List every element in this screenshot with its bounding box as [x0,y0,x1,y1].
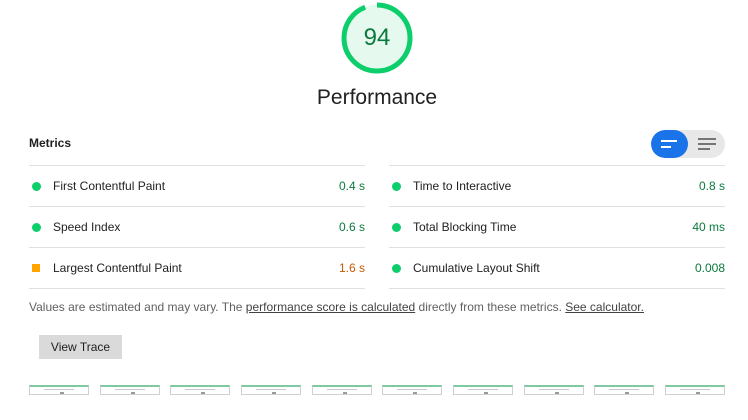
metrics-column-left: First Contentful Paint 0.4 s Speed Index… [29,165,365,289]
frame-content-dot [695,392,700,394]
frame-content-line [255,389,286,390]
filmstrip-frame [240,385,301,395]
note-prefix: Values are estimated and may vary. The [29,300,246,314]
score-value: 94 [363,24,391,51]
frame-content-line [679,389,710,390]
metric-value: 40 ms [692,220,725,234]
filmstrip-frame [382,385,443,395]
filmstrip [29,385,725,397]
expanded-view-icon [697,138,716,150]
metric-speed-index[interactable]: Speed Index 0.6 s [29,206,365,247]
filmstrip-frame [523,385,584,395]
pass-indicator-icon [392,182,401,191]
frame-content-line [44,389,74,390]
frame-content-dot [271,392,276,394]
performance-score-gauge[interactable]: 94 [340,1,414,75]
lighthouse-report: 94 Performance Metrics First Contentful … [0,0,748,420]
metrics-view-toggle[interactable] [651,130,725,158]
frame-content-line [397,389,428,390]
metric-value: 0.6 s [338,220,365,234]
metric-label: Time to Interactive [413,179,512,193]
frame-content-dot [60,392,64,394]
metric-label: Total Blocking Time [413,220,517,234]
metric-first-contentful-paint[interactable]: First Contentful Paint 0.4 s [29,165,365,206]
metric-label: Largest Contentful Paint [53,261,182,275]
filmstrip-frame [452,385,513,395]
pass-indicator-icon [392,264,401,273]
frame-content-line [185,389,216,390]
metric-largest-contentful-paint[interactable]: Largest Contentful Paint 1.6 s [29,247,365,289]
frame-content-line [326,389,357,390]
frame-content-line [609,389,640,390]
metric-cumulative-layout-shift[interactable]: Cumulative Layout Shift 0.008 [389,247,725,289]
metric-value: 0.4 s [338,179,365,193]
frame-content-dot [413,392,418,394]
metrics-disclaimer: Values are estimated and may vary. The p… [29,300,644,314]
note-middle: directly from these metrics. [415,300,566,314]
filmstrip-frame [170,385,231,395]
summary-view-icon [660,140,677,148]
average-indicator-icon [32,264,40,272]
frame-content-line [114,389,145,390]
frame-content-line [538,389,569,390]
view-trace-button[interactable]: View Trace [39,335,122,359]
category-title: Performance [316,86,438,109]
filmstrip-frame [29,385,89,395]
metric-value: 0.008 [694,261,725,275]
metric-time-to-interactive[interactable]: Time to Interactive 0.8 s [389,165,725,206]
metric-total-blocking-time[interactable]: Total Blocking Time 40 ms [389,206,725,247]
frame-content-dot [342,392,347,394]
performance-score-link[interactable]: performance score is calculated [246,300,415,314]
frame-content-dot [130,392,135,394]
frame-content-dot [201,392,206,394]
metric-value: 0.8 s [698,179,725,193]
frame-content-dot [554,392,559,394]
metric-value: 1.6 s [338,261,365,275]
filmstrip-frame [594,385,655,395]
frame-content-dot [625,392,630,394]
expanded-view-button[interactable] [688,130,725,158]
metrics-header: Metrics [29,136,72,150]
metric-label: Cumulative Layout Shift [413,261,540,275]
filmstrip-frame [664,385,725,395]
summary-view-button[interactable] [651,130,688,158]
filmstrip-frame [99,385,160,395]
metric-label: First Contentful Paint [53,179,166,193]
metrics-column-right: Time to Interactive 0.8 s Total Blocking… [389,165,725,289]
see-calculator-link[interactable]: See calculator. [565,300,644,314]
metric-label: Speed Index [53,220,121,234]
pass-indicator-icon [392,223,401,232]
frame-content-line [467,389,498,390]
filmstrip-frame [311,385,372,395]
frame-content-dot [483,392,488,394]
pass-indicator-icon [32,182,41,191]
pass-indicator-icon [32,223,41,232]
